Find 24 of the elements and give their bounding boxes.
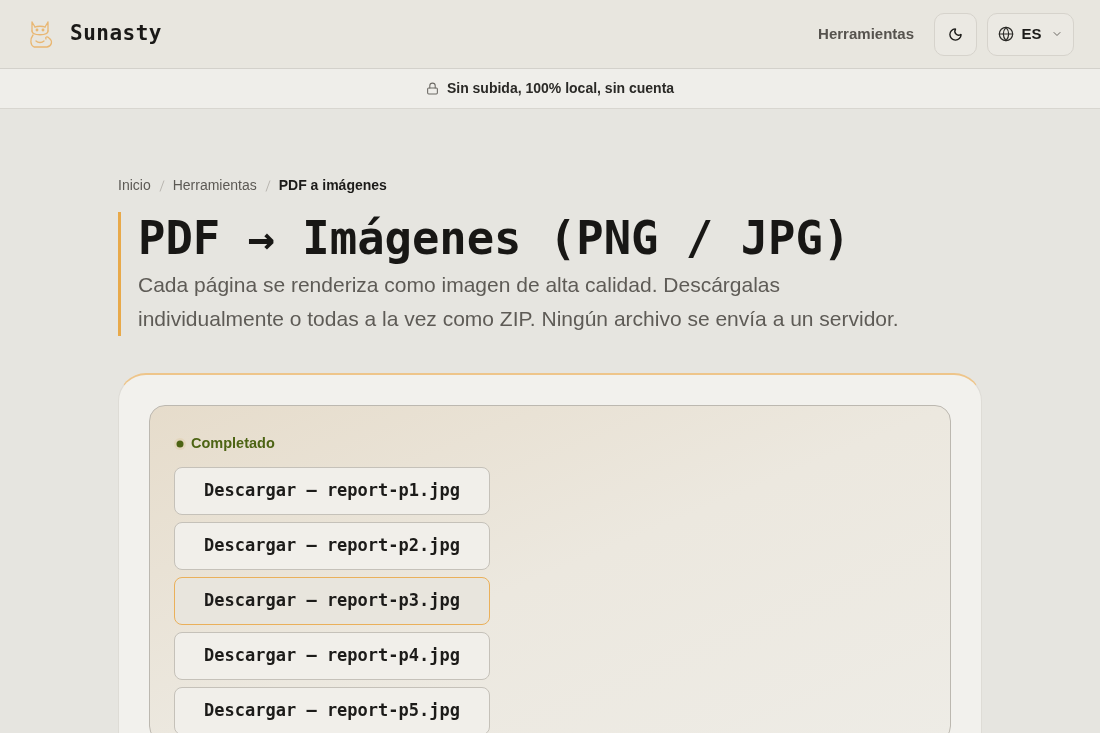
breadcrumb-link[interactable]: Herramientas [172, 175, 257, 196]
lock-icon [425, 82, 439, 95]
download-button[interactable]: Descargar — report-p4.jpg [174, 631, 490, 680]
brand-name[interactable]: Sunasty [70, 18, 162, 50]
breadcrumb-current: PDF a imágenes [278, 176, 387, 195]
page-title: PDF → Imágenes (PNG / JPG) [138, 212, 852, 266]
language-code: ES [1021, 23, 1042, 44]
moon-icon [948, 26, 963, 42]
theme-toggle-button[interactable] [934, 12, 977, 56]
cat-logo-icon [27, 19, 55, 49]
nav-link[interactable]: Herramientas [818, 22, 914, 46]
breadcrumb-link[interactable]: Inicio [118, 175, 151, 196]
download-button[interactable]: Descargar — report-p1.jpg [174, 466, 490, 515]
download-button[interactable]: Descargar — report-p2.jpg [174, 521, 490, 570]
language-select[interactable]: ES [987, 12, 1074, 56]
download-button[interactable]: Descargar — report-p5.jpg [174, 686, 490, 733]
slash-separator-icon [158, 179, 165, 192]
slash-separator-icon [264, 179, 271, 192]
privacy-text: Sin subida, 100% local, sin cuenta [446, 79, 675, 98]
page-description: Cada página se renderiza como imagen de alta calidad. Descárgalas individualmente o todas a la vez como ZIP. Ningún archivo se envía a un servidor. [138, 272, 900, 332]
download-button[interactable]: Descargar — report-p3.jpg [174, 576, 490, 625]
status-label: Completado [191, 434, 275, 453]
globe-icon [998, 26, 1015, 42]
status-dot-icon [174, 437, 186, 450]
